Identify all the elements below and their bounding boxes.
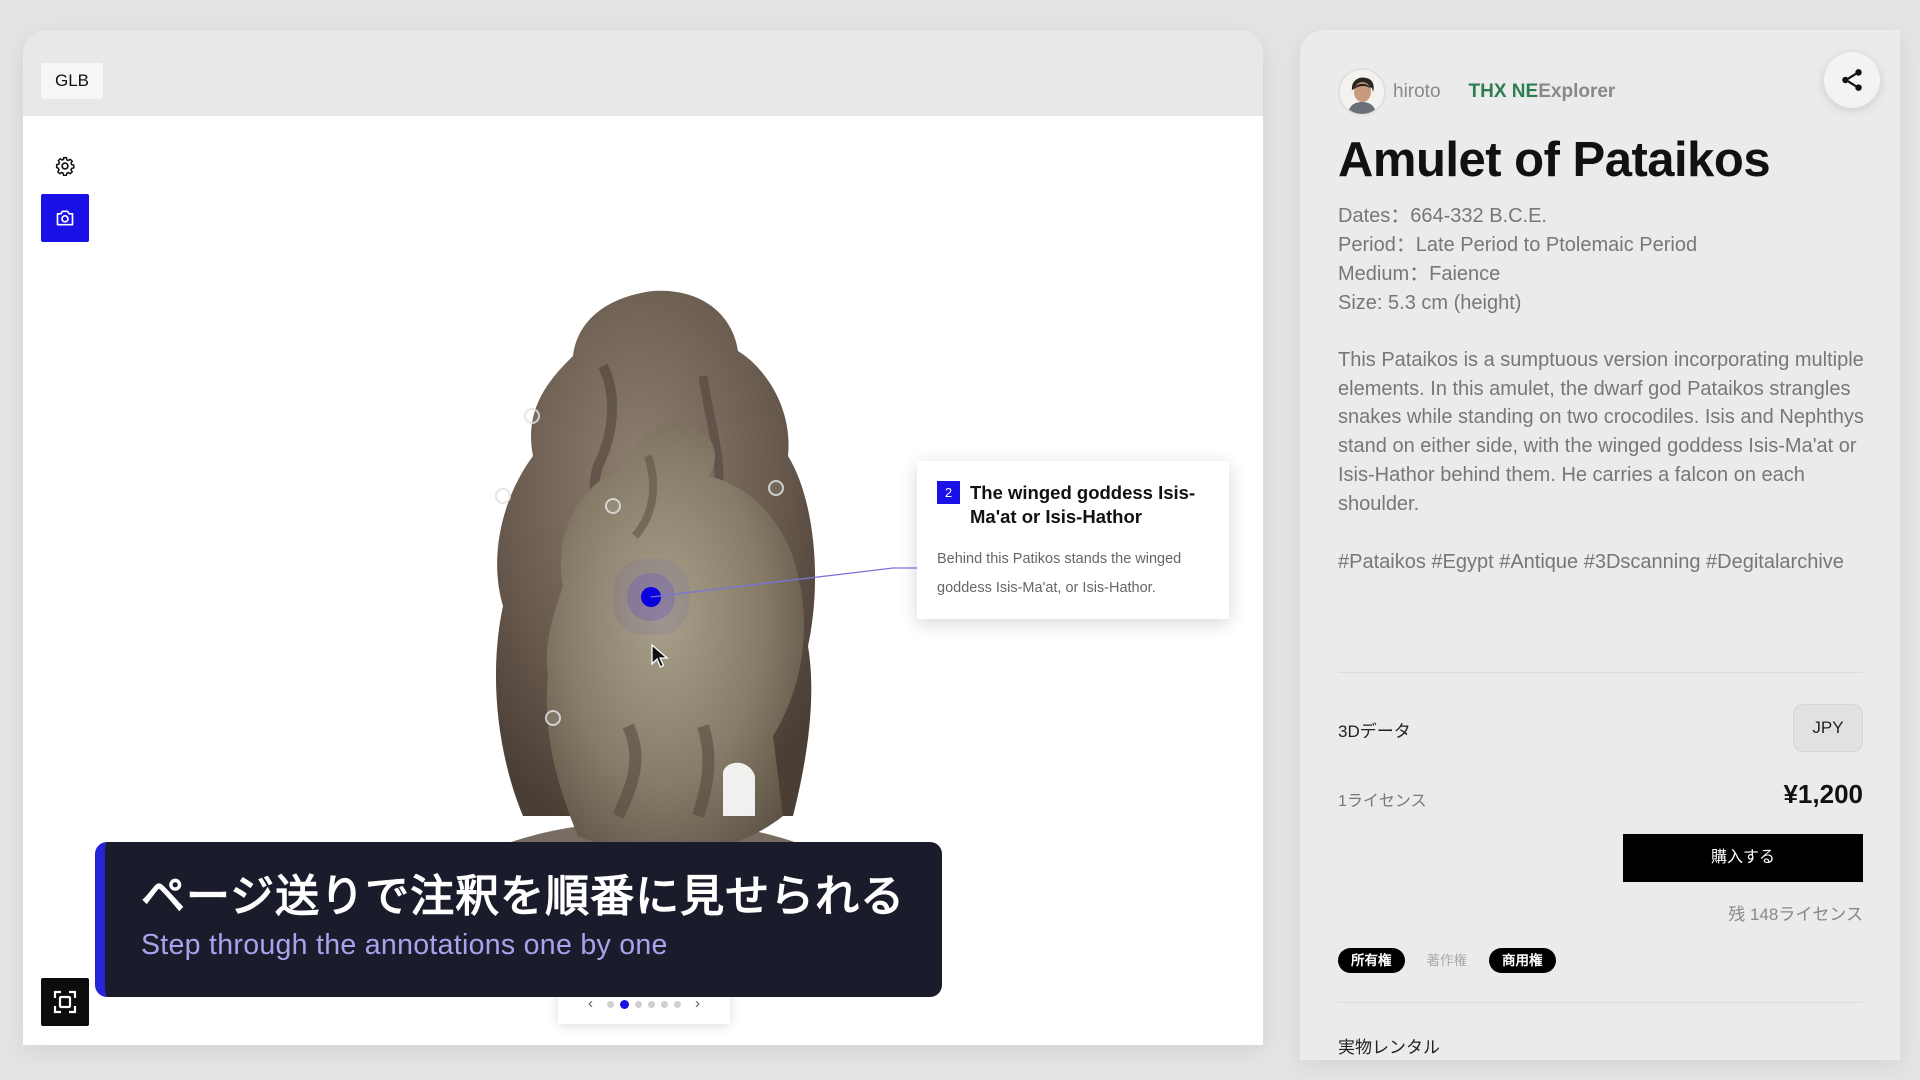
pager-dot[interactable] [635,1000,642,1008]
annotation-hotspot[interactable] [524,408,540,424]
author-row: hiroto THX NEExplorer [1338,68,1615,116]
spec-dates: Dates：664-332 B.C.E. [1338,205,1547,227]
ownership-badge: 所有権 [1338,948,1405,973]
fullscreen-button[interactable] [41,978,89,1026]
pager-dot[interactable] [661,1000,668,1008]
item-title: Amulet of Pataikos [1338,133,1771,187]
gear-icon [55,156,75,176]
format-badge[interactable]: GLB [41,63,104,99]
caption-japanese: ページ送りで注釈を順番に見せられる [141,872,906,921]
divider [1338,1002,1863,1003]
copyright-badge: 著作権 [1426,953,1468,968]
annotation-hotspot[interactable] [605,498,621,514]
remaining-licenses: 残 148ライセンス [1728,905,1863,924]
author-name[interactable]: hiroto [1393,81,1441,103]
active-annotation-hotspot[interactable] [641,587,661,607]
price: ¥1,200 [1783,779,1863,809]
data-section-label: 3Dデータ [1338,722,1411,741]
pager-dot-active[interactable] [620,999,629,1009]
share-button[interactable] [1824,52,1880,108]
item-description: This Pataikos is a sumptuous version inc… [1338,349,1864,515]
caption-english: Step through the annotations one by one [141,929,668,961]
annotation-hotspot[interactable] [768,480,784,496]
mouse-cursor-icon [651,644,669,668]
rights-badges: 所有権 著作権 商用権 [1338,948,1556,973]
spec-size: Size: 5.3 cm (height) [1338,292,1522,314]
divider [1338,672,1863,673]
viewer-toolbar: GLB [23,30,1263,116]
spec-medium: Medium：Faience [1338,263,1501,285]
annotation-body: Behind this Patikos stands the winged go… [937,551,1182,596]
pager-dot[interactable] [607,1000,614,1008]
avatar[interactable] [1338,68,1386,116]
physical-rental-label: 実物レンタル [1338,1038,1440,1057]
screenshot-button[interactable] [41,194,89,242]
share-icon [1842,69,1862,91]
avatar-image [1340,70,1384,114]
pager-dot[interactable] [674,1000,681,1008]
caption-overlay: ページ送りで注釈を順番に見せられる Step through the annot… [95,842,942,997]
item-hashtags[interactable]: #Pataikos #Egypt #Antique #3Dscanning #D… [1338,548,1883,577]
item-specs: Dates：664-332 B.C.E. Period：Late Period … [1338,202,1697,318]
product-info-panel: hiroto THX NEExplorer Amulet of Pataikos… [1300,30,1900,1060]
fullscreen-icon [53,990,77,1014]
pager-dot[interactable] [648,1000,655,1008]
annotation-hotspot[interactable] [495,488,511,504]
settings-button[interactable] [41,144,89,188]
commercial-rights-badge: 商用権 [1489,948,1556,973]
brand-name[interactable]: THX NEExplorer [1469,81,1616,103]
annotation-number: 2 [937,481,960,504]
spec-period: Period：Late Period to Ptolemaic Period [1338,234,1698,256]
annotation-hotspot[interactable] [545,710,561,726]
annotation-title: The winged goddess Isis-Ma'at or Isis-Ha… [970,482,1196,527]
currency-selector[interactable]: JPY [1793,704,1863,752]
annotation-card: 2 The winged goddess Isis-Ma'at or Isis-… [917,461,1229,619]
buy-button[interactable]: 購入する [1623,834,1863,882]
license-label: 1ライセンス [1338,793,1427,810]
camera-icon [56,210,74,226]
